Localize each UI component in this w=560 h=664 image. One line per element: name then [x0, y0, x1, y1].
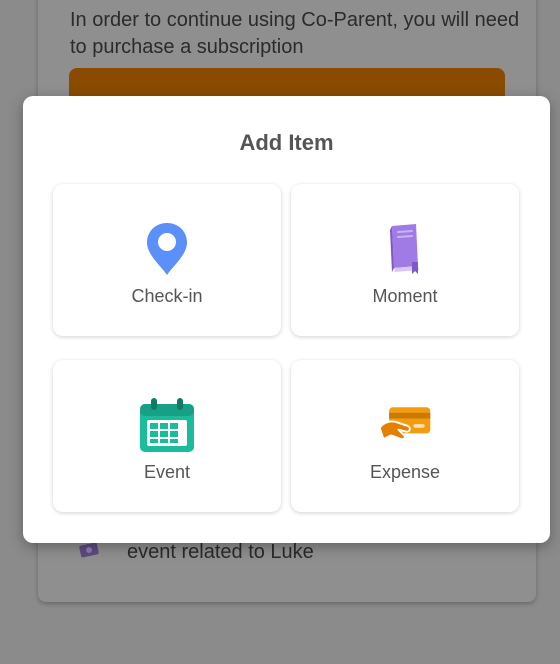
location-pin-icon: [138, 220, 196, 278]
subscription-message: In order to continue using Co-Parent, yo…: [70, 9, 520, 58]
event-row-text: event related to Luke: [127, 541, 314, 563]
modal-title: Add Item: [239, 130, 334, 155]
checkin-label: Check-in: [131, 286, 203, 306]
book-icon: [376, 220, 434, 278]
expense-label: Expense: [369, 462, 441, 482]
add-moment-tile[interactable]: Moment: [291, 184, 519, 336]
add-item-modal: Add Item Check-in Moment Event Expense: [23, 96, 550, 543]
add-event-tile[interactable]: Event: [53, 360, 281, 512]
moment-label: Moment: [372, 286, 438, 306]
calendar-icon: [138, 396, 196, 454]
credit-card-icon: [376, 396, 434, 454]
add-expense-tile[interactable]: Expense: [291, 360, 519, 512]
add-checkin-tile[interactable]: Check-in: [53, 184, 281, 336]
event-label: Event: [143, 462, 191, 482]
